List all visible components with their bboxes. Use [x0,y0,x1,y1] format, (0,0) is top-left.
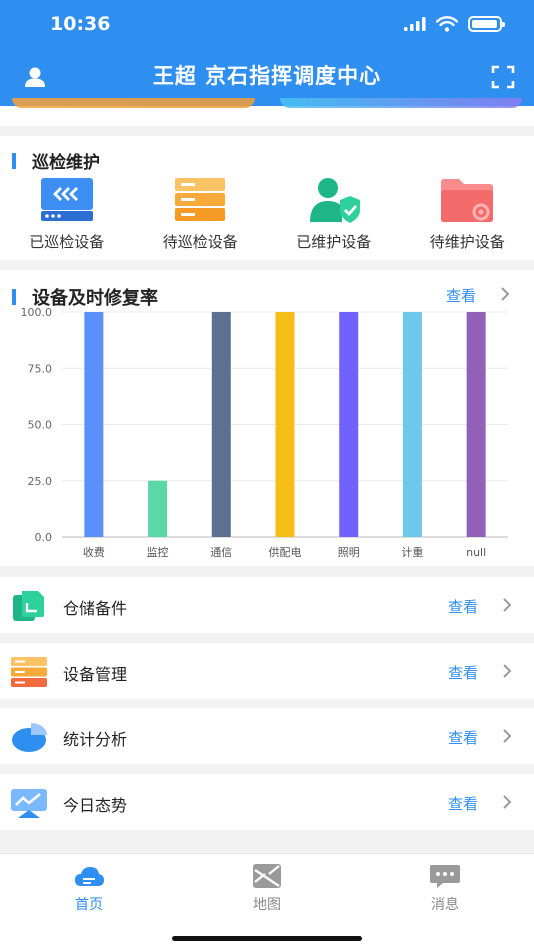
chevron-right-icon[interactable] [500,598,514,612]
folder-gear-icon [441,179,494,222]
home-indicator [172,936,362,941]
patrol-item-pending-inspection[interactable]: 待巡检设备 [134,176,268,252]
repair-rate-card: 设备及时修复率 查看 100.0 75.0 50.0 25.0 0.0 收费 监控 通信 供配电… [0,270,534,566]
patrol-item-label: 待巡检设备 [162,233,238,251]
status-time: 10:36 [50,13,111,35]
row-label: 今日态势 [63,796,128,815]
row-view-link[interactable]: 查看 [448,596,478,617]
chevron-right-icon[interactable] [500,729,514,743]
page-title: 王超 京石指挥调度中心 [152,64,382,88]
server-rack-icon [40,178,93,221]
banner-card-right[interactable] [280,98,522,108]
trend-chart-icon [11,789,47,818]
y-tick-label: 75.0 [28,362,53,375]
y-tick-label: 25.0 [28,475,53,488]
tab-label: 消息 [431,897,459,913]
y-tick-label: 50.0 [28,419,53,432]
section-bar [12,152,16,169]
row-warehouse-spares[interactable]: 仓储备件 查看 [0,577,534,633]
x-tick-label: 监控 [147,545,169,559]
patrol-grid: 已巡检设备 待巡检设备 已维护设备 待维护设备 [0,176,534,252]
patrol-item-label: 已巡检设备 [29,233,105,251]
user-shield-icon [309,178,360,223]
patrol-item-label: 已维护设备 [296,233,372,251]
row-label: 仓储备件 [63,599,128,618]
patrol-title: 巡检维护 [32,153,100,173]
banner-strip [0,98,534,126]
tab-map[interactable]: 地图 [217,862,317,914]
warehouse-doc-icon [13,591,44,621]
repair-rate-chart: 100.0 75.0 50.0 25.0 0.0 收费 监控 通信 供配电 照明 计重 null [21,306,508,559]
bar-3 [275,312,295,537]
bar-4 [339,312,359,537]
patrol-item-inspected[interactable]: 已巡检设备 [0,176,134,252]
y-tick-label: 100.0 [21,306,53,319]
patrol-item-maintained[interactable]: 已维护设备 [267,176,401,252]
row-view-link[interactable]: 查看 [448,793,478,814]
fullscreen-icon[interactable] [490,64,516,90]
chevron-right-icon[interactable] [498,287,512,301]
chevron-right-icon[interactable] [500,795,514,809]
bar-1 [148,480,168,537]
tab-messages[interactable]: 消息 [395,862,495,914]
x-tick-label: 供配电 [269,545,302,559]
patrol-item-label: 待维护设备 [429,233,505,251]
row-label: 设备管理 [63,665,128,684]
cloud-home-icon [75,867,104,886]
row-statistics[interactable]: 统计分析 查看 [0,708,534,764]
tab-label: 首页 [75,897,103,913]
patrol-header: 巡检维护 [12,148,100,173]
row-view-link[interactable]: 查看 [448,662,478,683]
bar-0 [84,312,104,537]
message-icon [430,865,460,888]
bar-5 [402,312,422,537]
x-tick-label: null [466,546,486,559]
patrol-item-pending-maintenance[interactable]: 待维护设备 [401,176,534,252]
patrol-card: 巡检维护 已巡检设备 待巡检设备 已维护设备 待维护设备 [0,136,534,260]
x-tick-label: 通信 [210,546,232,559]
tab-home[interactable]: 首页 [39,862,139,914]
section-bar [12,289,16,305]
tab-label: 地图 [253,897,281,913]
bar-2 [211,312,231,537]
wifi-icon [436,16,458,32]
server-stack-icon [175,178,226,221]
app-header: 10:36 王超 京石指挥调度中心 [0,0,534,106]
repair-view-link[interactable]: 查看 [446,285,476,306]
chevron-right-icon[interactable] [500,664,514,678]
pie-chart-icon [12,723,47,752]
x-tick-label: 照明 [338,546,360,559]
banner-card-left[interactable] [12,98,255,108]
x-tick-label: 计重 [401,545,423,559]
status-icons [404,16,505,32]
bar-6 [466,312,486,537]
server-stack-icon [11,657,47,687]
row-device-management[interactable]: 设备管理 查看 [0,643,534,699]
app-screen: 10:36 王超 京石指挥调度中心 巡检维护 已巡检设备 待巡检设备 已维护设备… [0,0,534,950]
battery-icon [468,16,505,32]
x-tick-label: 收费 [83,545,105,559]
map-icon [253,864,281,888]
row-today-situation[interactable]: 今日态势 查看 [0,774,534,830]
row-label: 统计分析 [63,730,128,749]
signal-icon [404,17,426,31]
y-tick-label: 0.0 [35,531,53,544]
row-view-link[interactable]: 查看 [448,727,478,748]
